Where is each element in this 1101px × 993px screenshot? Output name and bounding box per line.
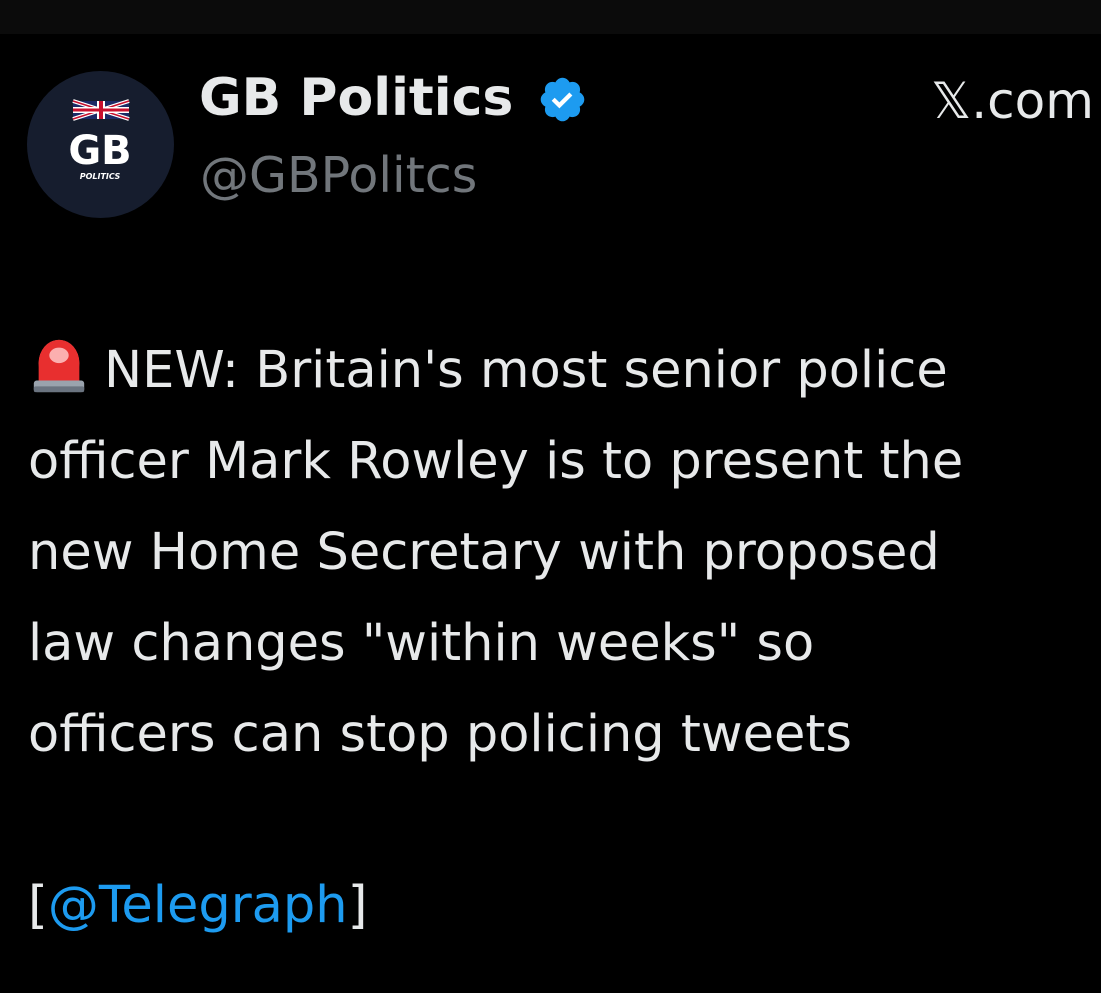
- avatar-logo-text: GB: [68, 128, 131, 174]
- avatar[interactable]: GB POLITICS: [27, 71, 174, 218]
- tweet-line: law changes "within weeks" so: [28, 614, 815, 673]
- source-site-label: 𝕏.com: [931, 72, 1094, 130]
- bracket-open: [: [28, 876, 48, 935]
- top-status-strip: [0, 0, 1101, 34]
- verified-badge-icon: [540, 77, 585, 122]
- tweet-line: new Home Secretary with proposed: [28, 523, 940, 582]
- tweet-body: NEW: Britain's most senior police office…: [28, 325, 1101, 780]
- tweet-line-text: NEW: Britain's most senior police: [104, 341, 948, 400]
- tweet-line: officers can stop policing tweets: [28, 705, 852, 764]
- tweet-line: officer Mark Rowley is to present the: [28, 432, 964, 491]
- mention-link[interactable]: @Telegraph: [48, 876, 348, 935]
- tweet-line: NEW: Britain's most senior police: [28, 325, 1101, 416]
- bracket-close: ]: [347, 876, 368, 935]
- avatar-logo-subtext: POLITICS: [80, 172, 121, 181]
- author-handle[interactable]: @GBPolitcs: [200, 145, 477, 207]
- source-credit: [@Telegraph]: [28, 868, 368, 944]
- gb-politics-logo-icon: GB POLITICS: [68, 99, 132, 181]
- author-display-name[interactable]: GB Politics: [199, 66, 513, 130]
- police-siren-icon: [33, 339, 85, 393]
